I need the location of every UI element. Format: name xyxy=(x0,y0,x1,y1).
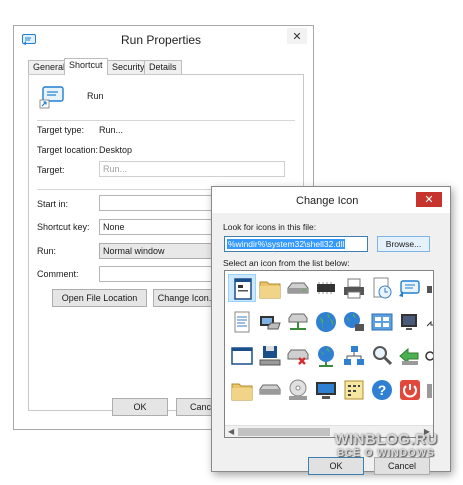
select-icon-label: Select an icon from the list below: xyxy=(223,258,350,268)
run-label: Run: xyxy=(37,246,57,256)
partial-icon[interactable] xyxy=(424,376,433,404)
look-for-label: Look for icons in this file: xyxy=(223,222,317,232)
shortcut-key-label: Shortcut key: xyxy=(37,222,90,232)
text-document-icon[interactable] xyxy=(228,308,256,336)
monitor-icon[interactable] xyxy=(396,308,424,336)
close-icon: ✕ xyxy=(292,30,302,43)
disk-tray-icon[interactable] xyxy=(256,342,284,370)
folder-icon[interactable] xyxy=(228,376,256,404)
globe-icon[interactable] xyxy=(312,308,340,336)
dialog-ok-button[interactable]: OK xyxy=(308,457,364,475)
partial-icon[interactable] xyxy=(424,308,433,336)
run-icon[interactable] xyxy=(396,274,424,302)
partial-icon[interactable] xyxy=(424,342,433,370)
run-app-icon xyxy=(22,34,36,45)
calendar-icon[interactable] xyxy=(340,376,368,404)
tab-shortcut[interactable]: Shortcut xyxy=(64,58,108,75)
arrow-icon[interactable] xyxy=(396,342,424,370)
drive-error-icon[interactable] xyxy=(284,342,312,370)
drive-icon[interactable] xyxy=(256,376,284,404)
folder-icon[interactable] xyxy=(256,274,284,302)
target-type-label: Target type: xyxy=(37,125,85,135)
comment-label: Comment: xyxy=(37,269,79,279)
watermark: WINBLOG.RU ВСЁ О WINDOWS xyxy=(316,431,456,459)
shortcut-name: Run xyxy=(87,91,104,101)
ok-button[interactable]: OK xyxy=(112,398,168,416)
document-window-icon[interactable] xyxy=(228,274,256,302)
search-icon[interactable] xyxy=(368,342,396,370)
cd-icon[interactable] xyxy=(284,376,312,404)
window-title: Run Properties xyxy=(121,33,202,47)
control-panel-icon[interactable] xyxy=(368,308,396,336)
start-in-label: Start in: xyxy=(37,199,69,209)
icon-file-path-input[interactable]: %windir%\system32\shell32.dll xyxy=(224,236,368,252)
help-icon[interactable]: ? xyxy=(368,376,396,404)
icon-file-path-text: %windir%\system32\shell32.dll xyxy=(227,239,346,249)
tab-details[interactable]: Details xyxy=(144,60,182,74)
computer-drives-icon[interactable] xyxy=(256,308,284,336)
dialog-cancel-button[interactable]: Cancel xyxy=(374,457,430,475)
close-button[interactable]: ✕ xyxy=(287,28,307,44)
svg-text:?: ? xyxy=(378,382,387,398)
scroll-left-icon[interactable]: ◀ xyxy=(228,427,234,436)
target-field[interactable]: Run... xyxy=(99,161,285,177)
browse-button[interactable]: Browse... xyxy=(377,236,430,252)
watermark-line2: ВСЁ О WINDOWS xyxy=(337,448,435,459)
drive-icon[interactable] xyxy=(284,274,312,302)
target-location-value: Desktop xyxy=(99,145,133,155)
title-bar: Run Properties ✕ xyxy=(14,26,313,55)
dialog-close-button[interactable]: ✕ xyxy=(416,192,442,207)
change-icon-dialog: Change Icon ✕ Look for icons in this fil… xyxy=(211,186,451,475)
target-location-label: Target location: xyxy=(37,145,99,155)
window-icon[interactable] xyxy=(228,342,256,370)
network-icon[interactable] xyxy=(340,342,368,370)
globe-network-icon[interactable] xyxy=(312,342,340,370)
target-type-value: Run... xyxy=(99,125,124,135)
dialog-title-bar: Change Icon ✕ xyxy=(212,187,450,213)
printer-icon[interactable] xyxy=(340,274,368,302)
run-shortcut-icon xyxy=(39,86,64,109)
partial-icon[interactable] xyxy=(424,274,433,302)
desktop-icon[interactable] xyxy=(312,376,340,404)
open-file-location-button[interactable]: Open File Location xyxy=(52,289,147,307)
icon-list[interactable]: ? ◀ ▶ xyxy=(224,270,434,438)
chip-icon[interactable] xyxy=(312,274,340,302)
shutdown-icon[interactable] xyxy=(396,376,424,404)
clock-document-icon[interactable] xyxy=(368,274,396,302)
network-drive-icon[interactable] xyxy=(284,308,312,336)
network-globe-icon[interactable] xyxy=(340,308,368,336)
close-icon: ✕ xyxy=(424,194,434,206)
divider xyxy=(37,120,295,121)
target-label: Target: xyxy=(37,165,65,175)
watermark-line1: WINBLOG.RU xyxy=(334,431,438,448)
dialog-title: Change Icon xyxy=(296,195,359,207)
